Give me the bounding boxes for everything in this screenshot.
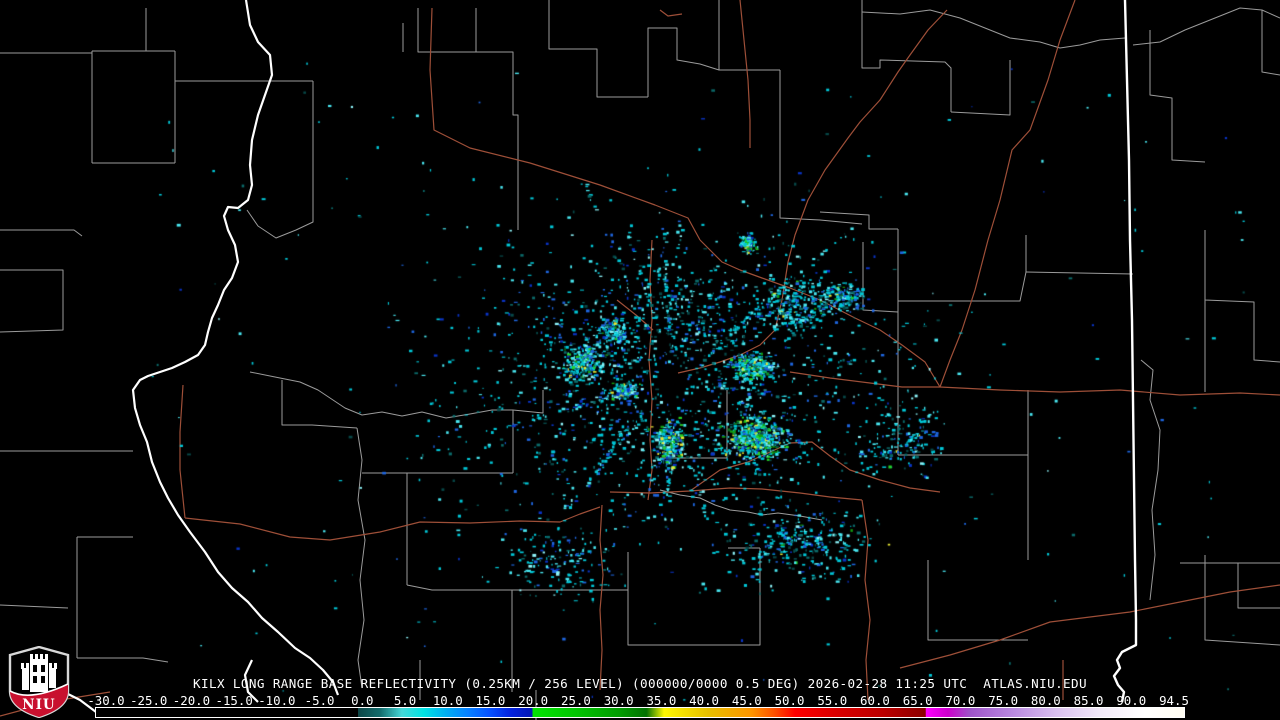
radar-echo-layer bbox=[0, 0, 1280, 720]
radar-viewer: NIU KILX LONG RANGE BASE REFLECTIVITY (0… bbox=[0, 0, 1280, 720]
